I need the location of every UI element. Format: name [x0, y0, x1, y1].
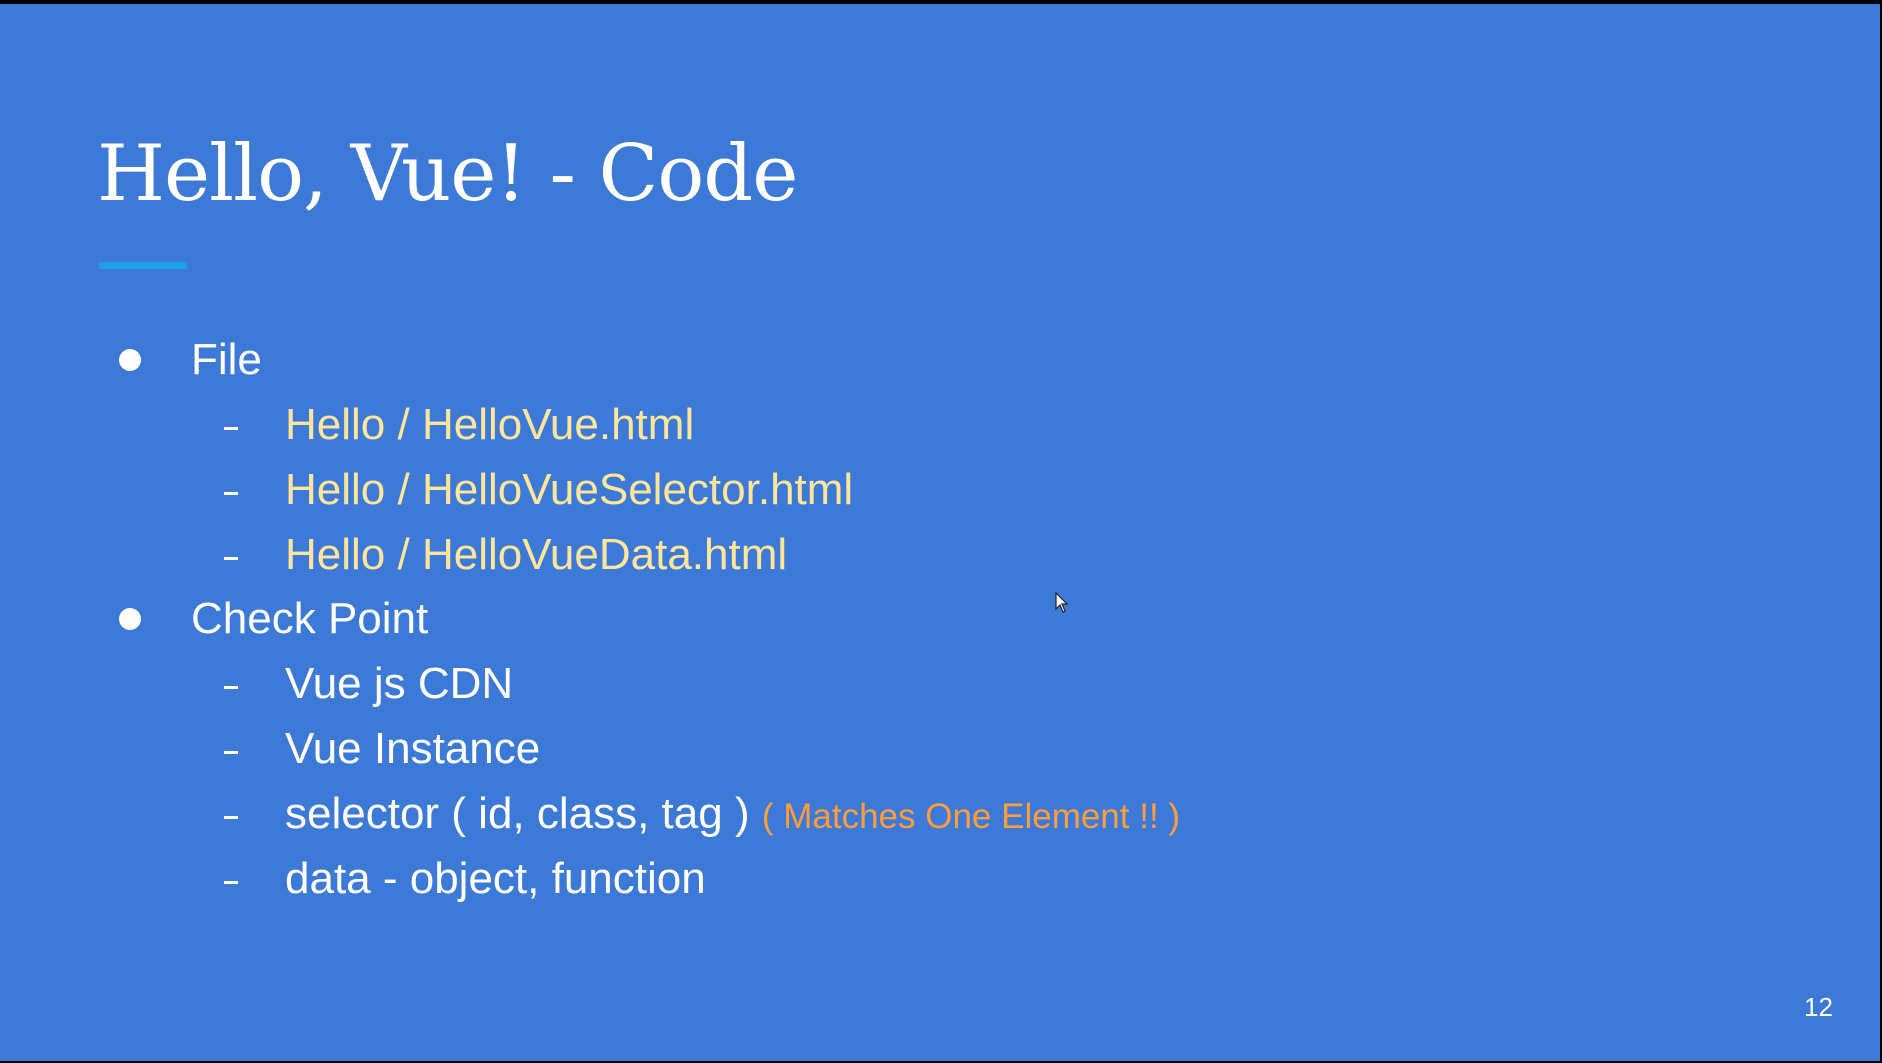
sub-item-selector: selector ( id, class, tag ) ( Matches On…	[285, 784, 1180, 844]
disc-bullet-icon	[119, 608, 141, 630]
dash-bullet-icon	[224, 557, 238, 560]
title-underline	[99, 262, 187, 269]
presentation-window: Hello, Vue! - Code File Hello / HelloVue…	[0, 0, 1882, 1063]
sub-item-hellovuedata-html: Hello / HelloVueData.html	[285, 530, 788, 579]
dash-bullet-icon	[224, 881, 238, 884]
slide: Hello, Vue! - Code File Hello / HelloVue…	[0, 4, 1880, 1061]
selector-note: ( Matches One Element !! )	[761, 797, 1181, 836]
sub-item-data: data - object, function	[285, 854, 706, 903]
bullet-item-check-point: Check Point	[191, 594, 429, 643]
page-number: 12	[1804, 992, 1833, 1022]
dash-bullet-icon	[224, 751, 238, 754]
selector-text: selector ( id, class, tag )	[285, 789, 750, 838]
dash-bullet-icon	[224, 492, 238, 495]
sub-item-vue-cdn: Vue js CDN	[285, 659, 514, 708]
sub-item-hellovue-html: Hello / HelloVue.html	[285, 400, 695, 449]
dash-bullet-icon	[224, 686, 238, 689]
slide-title: Hello, Vue! - Code	[97, 129, 798, 219]
dash-bullet-icon	[224, 816, 238, 819]
dash-bullet-icon	[224, 427, 238, 430]
mouse-pointer-icon	[1055, 592, 1069, 613]
sub-item-vue-instance: Vue Instance	[285, 724, 541, 773]
disc-bullet-icon	[119, 349, 141, 371]
bullet-item-file: File	[191, 335, 262, 384]
sub-item-hellovueselector-html: Hello / HelloVueSelector.html	[285, 465, 854, 514]
